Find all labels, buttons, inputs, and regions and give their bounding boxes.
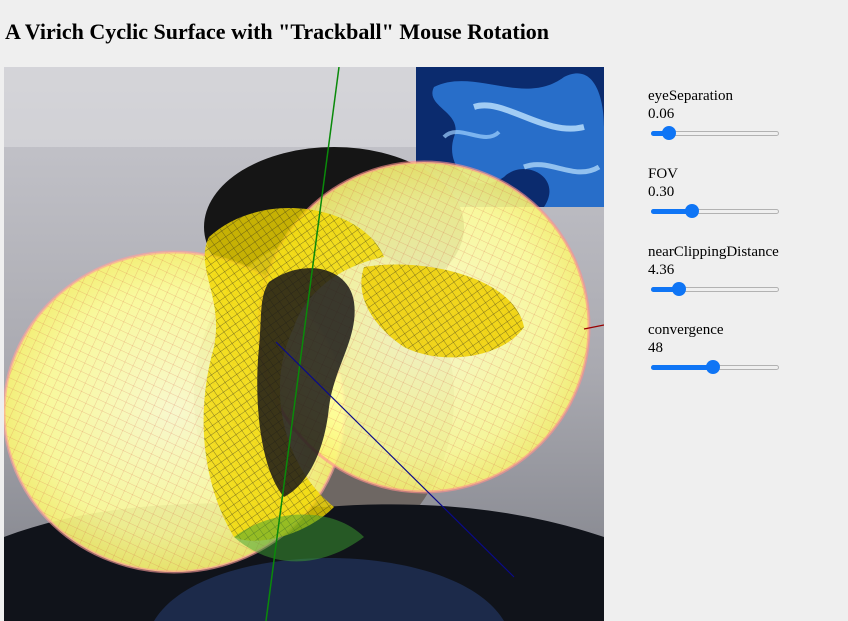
control-near-clipping-distance: nearClippingDistance 4.36 — [648, 243, 838, 321]
slider-thumb[interactable] — [706, 360, 720, 374]
control-eye-separation: eyeSeparation 0.06 — [648, 87, 838, 165]
slider-thumb[interactable] — [662, 126, 676, 140]
slider-thumb[interactable] — [685, 204, 699, 218]
near-clipping-distance-label: nearClippingDistance — [648, 244, 779, 260]
near-clipping-distance-slider[interactable] — [651, 280, 779, 298]
slider-thumb[interactable] — [672, 282, 686, 296]
eye-separation-value: 0.06 — [648, 106, 675, 122]
convergence-value: 48 — [648, 340, 663, 356]
control-convergence: convergence 48 — [648, 321, 838, 399]
control-fov: FOV 0.30 — [648, 165, 838, 243]
convergence-label: convergence — [648, 322, 724, 338]
slider-fill — [651, 365, 713, 370]
scene-svg[interactable] — [4, 67, 604, 621]
render-canvas[interactable] — [4, 67, 604, 621]
eye-separation-slider[interactable] — [651, 124, 779, 142]
eye-separation-label: eyeSeparation — [648, 88, 733, 104]
fov-value: 0.30 — [648, 184, 675, 200]
wall-region — [4, 67, 424, 147]
fov-label: FOV — [648, 166, 679, 182]
controls-panel: eyeSeparation 0.06 FOV 0.30 nearClipping… — [648, 87, 838, 399]
page-title: A Virich Cyclic Surface with "Trackball"… — [5, 19, 550, 44]
near-clipping-distance-value: 4.36 — [648, 262, 675, 278]
convergence-slider[interactable] — [651, 358, 779, 376]
fov-slider[interactable] — [651, 202, 779, 220]
